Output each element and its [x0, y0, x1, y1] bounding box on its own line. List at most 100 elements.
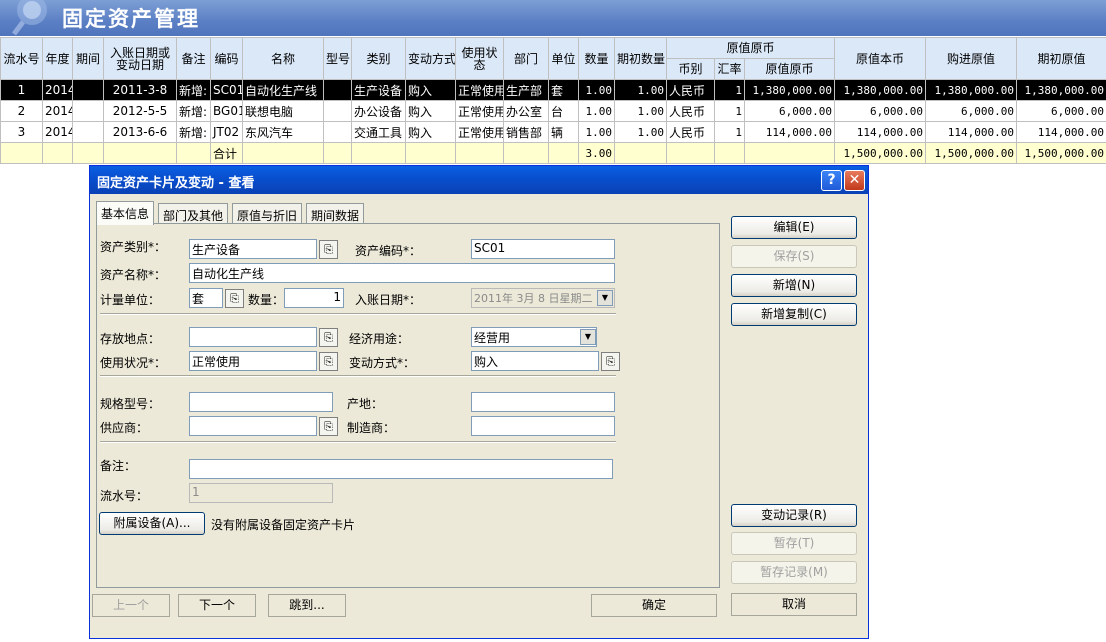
tab-dept-other[interactable]: 部门及其他 [158, 203, 229, 224]
cell-year: 2014 [42, 100, 73, 122]
col-init-qty[interactable]: 期初数量 [614, 37, 667, 80]
entry-date-dropdown-icon[interactable]: ▼ [597, 290, 613, 306]
asset-category-picker-icon[interactable]: ⎘ [319, 240, 338, 259]
cell-currency: 人民币 [666, 100, 715, 122]
close-icon[interactable]: ✕ [844, 170, 865, 191]
attach-note: 没有附属设备固定资产卡片 [211, 518, 356, 532]
tab-value-depreciation[interactable]: 原值与折旧 [232, 203, 303, 224]
cell-code: BG01 [210, 100, 243, 122]
cell-year: 2014 [42, 121, 73, 143]
cell-qty: 1.00 [578, 100, 615, 122]
cancel-button[interactable]: 取消 [731, 593, 857, 616]
supplier-field[interactable] [189, 416, 317, 436]
remark-field[interactable] [189, 459, 613, 479]
col-period[interactable]: 期间 [72, 37, 104, 80]
maker-label: 制造商： [347, 421, 396, 435]
econ-use-dropdown-icon[interactable]: ▼ [580, 329, 596, 345]
total-label: 合计 [210, 142, 243, 164]
cell-category: 生产设备 [351, 79, 406, 101]
col-qty[interactable]: 数量 [578, 37, 615, 80]
total-purchase: 1,500,000.00 [925, 142, 1017, 164]
total-init-value: 1,500,000.00 [1016, 142, 1106, 164]
tab-basic-info[interactable]: 基本信息 [96, 201, 155, 225]
cell-usage: 正常使用 [455, 100, 504, 122]
econ-use-select[interactable]: 经营用 [471, 327, 597, 347]
col-entry-date[interactable]: 入账日期或变动日期 [103, 37, 177, 80]
col-unit[interactable]: 单位 [548, 37, 579, 80]
change-mode-field[interactable]: 购入 [471, 351, 599, 371]
tab-period-data[interactable]: 期间数据 [306, 203, 365, 224]
help-icon[interactable]: ? [821, 170, 842, 191]
cell-serial: 2 [0, 100, 43, 122]
cell-init-value: 114,000.00 [1016, 121, 1106, 143]
total-empty-cell [103, 142, 177, 164]
jump-button[interactable]: 跳到... [268, 594, 346, 617]
qty-field[interactable]: 1 [284, 288, 344, 308]
col-orig-foreign[interactable]: 原值原币 [744, 58, 835, 80]
col-remark[interactable]: 备注 [176, 37, 211, 80]
prev-button[interactable]: 上一个 [92, 594, 170, 617]
cell-rate: 1 [714, 100, 745, 122]
col-rate[interactable]: 汇率 [714, 58, 745, 80]
change-mode-picker-icon[interactable]: ⎘ [601, 352, 620, 371]
title-banner: 固定资产管理 [0, 0, 1106, 36]
asset-name-field[interactable]: 自动化生产线 [189, 263, 615, 283]
col-change-mode[interactable]: 变动方式 [405, 37, 456, 80]
edit-button[interactable]: 编辑(E) [731, 216, 857, 239]
col-serial[interactable]: 流水号 [0, 37, 43, 80]
dialog-title: 固定资产卡片及变动 - 查看 [97, 176, 255, 191]
cell-orig-local: 114,000.00 [834, 121, 926, 143]
cell-dept: 办公室 [503, 100, 549, 122]
col-usage[interactable]: 使用状态 [455, 37, 504, 80]
ok-button[interactable]: 确定 [591, 594, 717, 617]
total-empty-cell [405, 142, 456, 164]
cell-change-mode: 购入 [405, 100, 456, 122]
usage-picker-icon[interactable]: ⎘ [319, 352, 338, 371]
maker-field[interactable] [471, 416, 615, 436]
add-button[interactable]: 新增(N) [731, 274, 857, 297]
col-name[interactable]: 名称 [242, 37, 324, 80]
supplier-picker-icon[interactable]: ⎘ [319, 417, 338, 436]
col-group-orig-foreign: 原值原币 [666, 37, 835, 59]
asset-code-field[interactable]: SC01 [471, 239, 615, 259]
unit-picker-icon[interactable]: ⎘ [225, 289, 244, 308]
total-empty-cell [455, 142, 504, 164]
dialog-titlebar[interactable]: 固定资产卡片及变动 - 查看 ? ✕ [90, 166, 868, 194]
location-field[interactable] [189, 327, 317, 347]
col-model[interactable]: 型号 [323, 37, 352, 80]
cell-date: 2013-6-6 [103, 121, 177, 143]
unit-field[interactable]: 套 [189, 288, 223, 308]
usage-field[interactable]: 正常使用 [189, 351, 317, 371]
table-row[interactable]: 1 2014 2011-3-8 新增: SC01 自动化生产线 生产设备 购入 正常使用 生产部套… [0, 79, 1106, 101]
next-button[interactable]: 下一个 [178, 594, 256, 617]
cell-init-value: 6,000.00 [1016, 100, 1106, 122]
col-code[interactable]: 编码 [210, 37, 243, 80]
table-row[interactable]: 3 2014 2013-6-6 新增: JT02 东风汽车 交通工具 购入 正常使用 销售部辆 1.… [0, 121, 1106, 143]
asset-category-field[interactable]: 生产设备 [189, 239, 317, 259]
hold-button[interactable]: 暂存(T) [731, 532, 857, 555]
add-copy-button[interactable]: 新增复制(C) [731, 303, 857, 326]
asset-card-dialog: 固定资产卡片及变动 - 查看 ? ✕ 基本信息 部门及其他 原值与折旧 期间数据… [89, 165, 869, 639]
change-log-button[interactable]: 变动记录(R) [731, 504, 857, 527]
cell-purchase: 1,380,000.00 [925, 79, 1017, 101]
col-year[interactable]: 年度 [42, 37, 73, 80]
cell-category: 办公设备 [351, 100, 406, 122]
col-dept[interactable]: 部门 [503, 37, 549, 80]
attach-equipment-button[interactable]: 附属设备(A)... [99, 512, 205, 535]
col-purchase[interactable]: 购进原值 [925, 37, 1017, 80]
asset-code-label: 资产编码*： [355, 244, 422, 258]
entry-date-field[interactable]: 2011年 3月 8 日星期二 [471, 288, 615, 308]
location-picker-icon[interactable]: ⎘ [319, 328, 338, 347]
col-category[interactable]: 类别 [351, 37, 406, 80]
save-button[interactable]: 保存(S) [731, 245, 857, 268]
origin-field[interactable] [471, 392, 615, 412]
col-currency[interactable]: 币别 [666, 58, 715, 80]
page-title: 固定资产管理 [62, 7, 200, 31]
table-row[interactable]: 2 2014 2012-5-5 新增: BG01 联想电脑 办公设备 购入 正常使用 办公室台 1.… [0, 100, 1106, 122]
cell-period [72, 100, 104, 122]
hold-log-button[interactable]: 暂存记录(M) [731, 561, 857, 584]
spec-field[interactable] [189, 392, 333, 412]
col-init-value[interactable]: 期初原值 [1016, 37, 1106, 80]
col-orig-local[interactable]: 原值本币 [834, 37, 926, 80]
cell-purchase: 114,000.00 [925, 121, 1017, 143]
